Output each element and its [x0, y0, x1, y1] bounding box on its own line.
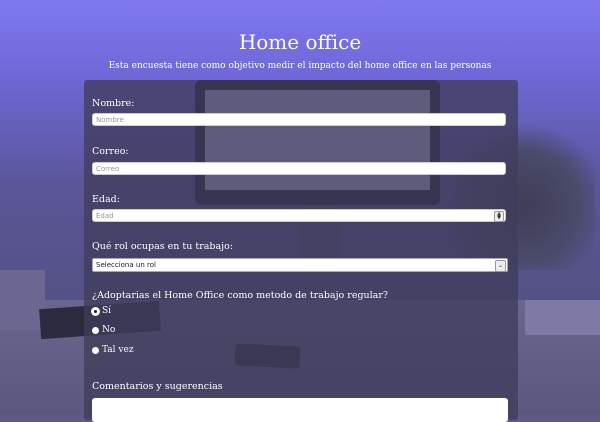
email-placeholder: Correo	[96, 165, 120, 173]
age-input[interactable]: Edad ▲ ▼	[92, 209, 506, 222]
name-input[interactable]: Nombre	[92, 113, 506, 126]
radio-option-tal-vez[interactable]: Tal vez	[92, 345, 134, 355]
radio-button[interactable]	[92, 326, 99, 334]
role-selected-value: Selecciona un rol	[96, 261, 156, 269]
adopt-question: ¿Adoptarias el Home Office como metodo d…	[92, 290, 388, 301]
name-placeholder: Nombre	[96, 116, 124, 124]
age-label: Edad:	[92, 194, 120, 205]
role-label: Qué rol ocupas en tu trabajo:	[92, 241, 234, 252]
radio-option-si[interactable]: Sí	[92, 306, 111, 316]
age-placeholder: Edad	[96, 212, 114, 220]
radio-label: Sí	[102, 306, 112, 316]
email-input[interactable]: Correo	[92, 162, 506, 175]
email-label: Correo:	[92, 146, 129, 157]
role-select[interactable]: Selecciona un rol ⌄	[92, 258, 508, 272]
comments-label: Comentarios y sugerencias	[92, 381, 223, 392]
chevron-down-icon: ⌄	[495, 260, 506, 272]
radio-option-no[interactable]: No	[92, 325, 115, 335]
name-label: Nombre:	[92, 98, 135, 109]
radio-label: Tal vez	[102, 345, 134, 355]
page-title: Home office	[238, 30, 362, 54]
background-cup	[525, 300, 600, 335]
radio-button[interactable]	[92, 346, 99, 354]
background-books	[0, 270, 45, 330]
age-stepper[interactable]: ▲ ▼	[494, 211, 504, 222]
radio-label: No	[102, 325, 116, 335]
comments-textarea[interactable]	[92, 398, 508, 422]
radio-button[interactable]	[92, 307, 99, 315]
page-subtitle: Esta encuesta tiene como objetivo medir …	[108, 61, 492, 71]
